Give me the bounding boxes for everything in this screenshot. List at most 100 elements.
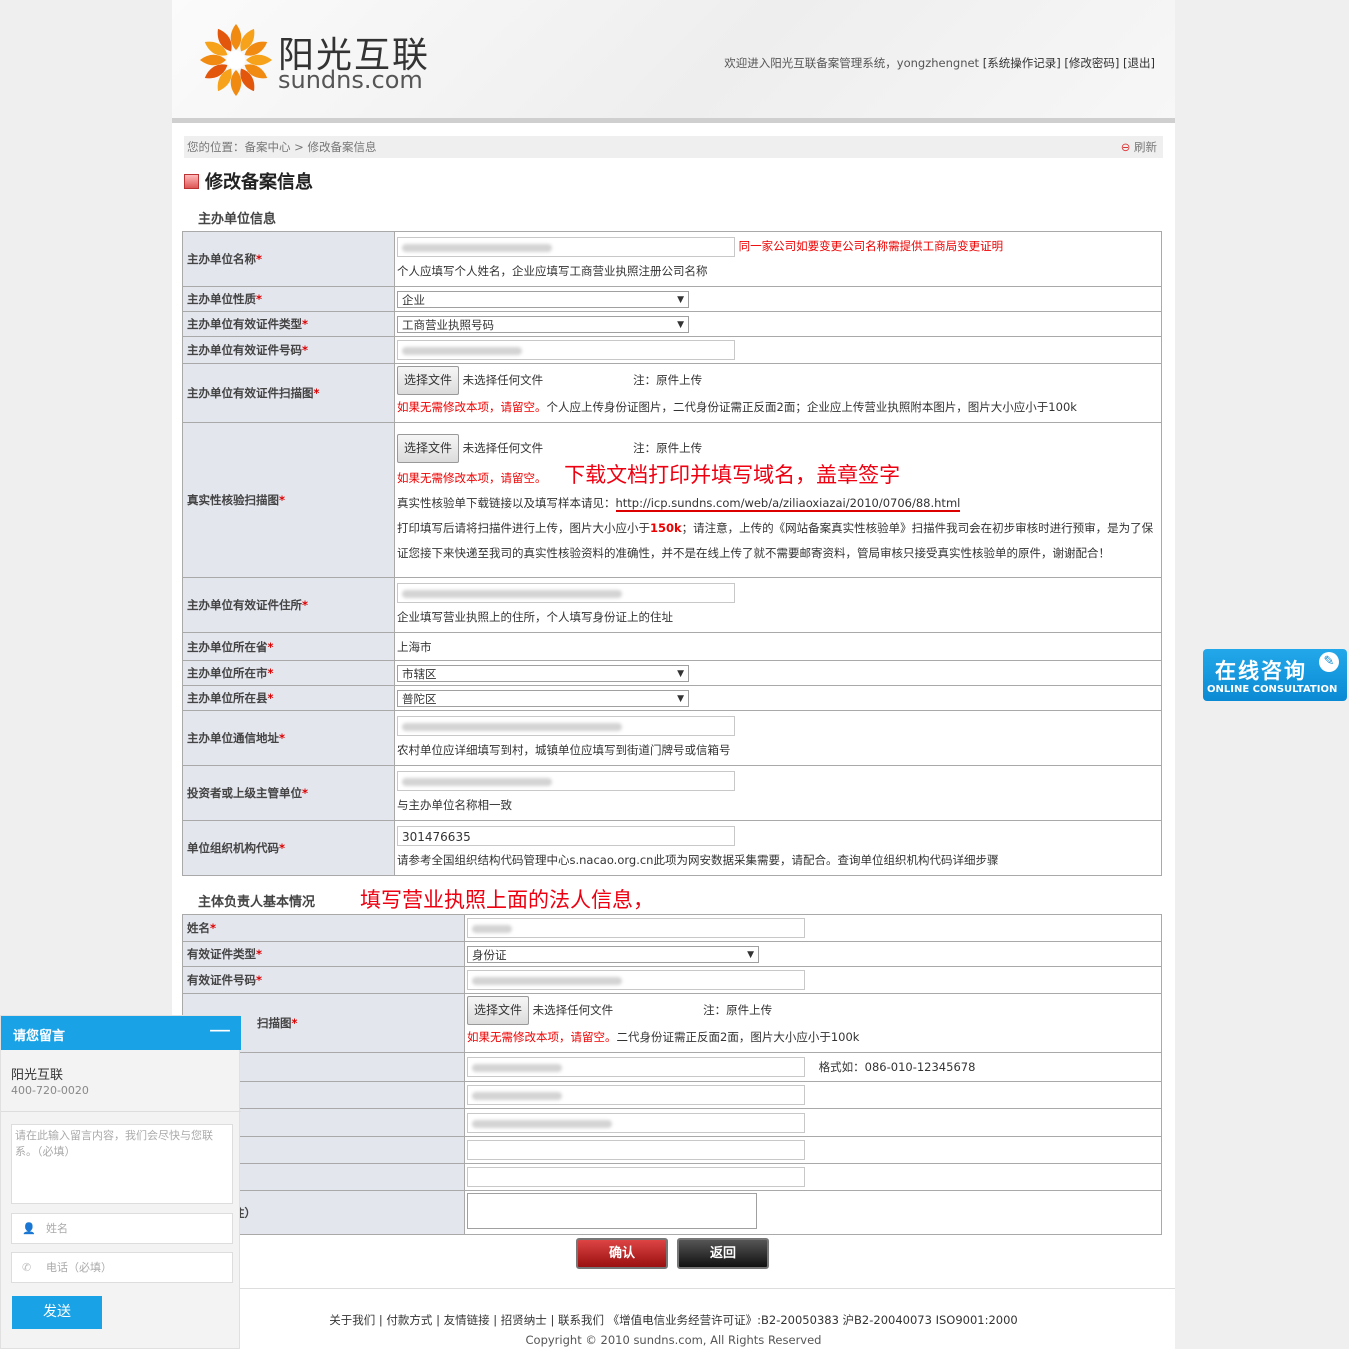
required-mark: *	[256, 947, 263, 961]
extra-input-1[interactable]	[467, 1140, 805, 1160]
cell-p-extra2	[464, 1163, 1162, 1191]
label-cert-type: 主办单位有效证件类型*	[182, 311, 395, 337]
send-button[interactable]: 发送	[12, 1296, 102, 1329]
footer-copyright: Copyright © 2010 sundns.com, All Rights …	[525, 1333, 822, 1347]
cert-addr-input[interactable]	[397, 582, 735, 603]
message-widget-header[interactable]: 请您留言 —	[1, 1016, 241, 1050]
person-cert-type-select[interactable]: 身份证 ▼	[467, 945, 759, 963]
cert-scan-hint: 个人应上传身份证图片，二代身份证需正反面2面；企业应上传营业执照附本图片，图片大…	[546, 400, 1077, 414]
verify-link-prefix: 真实性核验单下载链接以及填写样本请见：	[397, 496, 616, 510]
label-investor: 投资者或上级主管单位*	[182, 765, 395, 821]
chat-bubble-icon: ✎	[1319, 652, 1339, 672]
label-verify-scan: 真实性核验扫描图*	[182, 422, 395, 578]
cell-org-code: 301476635 请参考全国组织结构代码管理中心s.nacao.org.cn此…	[394, 820, 1162, 876]
row-p-extra1	[182, 1136, 1162, 1164]
investor-input[interactable]	[397, 770, 735, 791]
email-input[interactable]	[467, 1112, 805, 1133]
refresh-label: 刷新	[1134, 140, 1157, 154]
org-info-table: 主办单位名称 * 同一家公司如要变更公司名称需提供工商局变更证明 个人应填写个人姓…	[182, 231, 1162, 876]
row-p-phone: 格式如：086-010-12345678	[182, 1052, 1162, 1082]
mobile-input[interactable]	[467, 1085, 805, 1105]
choose-file-button[interactable]: 选择文件	[397, 434, 460, 463]
select-value: 工商营业执照号码	[402, 317, 494, 332]
message-textarea[interactable]: 请在此输入留言内容，我们会尽快与您联系。（必填）	[11, 1124, 233, 1204]
phone-input[interactable]: ✆ 电话（必填）	[11, 1252, 233, 1283]
row-p-name: 姓名*	[182, 914, 1162, 942]
leave-empty-hint: 如果无需修改本项，请留空。	[467, 1030, 617, 1044]
org-name-hint: 个人应填写个人姓名，企业应填写工商营业执照注册公司名称	[397, 264, 708, 278]
refresh-icon: ⊖	[1120, 140, 1131, 154]
row-cert-scan: 主办单位有效证件扫描图* 选择文件 未选择任何文件 注：原件上传 如果无需修改本项…	[182, 363, 1162, 423]
row-province: 主办单位所在省* 上海市	[182, 632, 1162, 661]
dropdown-arrow-icon: ▼	[677, 693, 684, 704]
choose-file-button[interactable]: 选择文件	[397, 366, 460, 395]
label-text: 真实性核验扫描图	[187, 493, 279, 507]
row-p-email	[182, 1108, 1162, 1137]
required-mark: *	[302, 317, 309, 331]
person-name-input[interactable]	[467, 918, 805, 938]
org-name-input[interactable]	[397, 236, 735, 257]
province-value: 上海市	[394, 632, 1162, 661]
city-select[interactable]: 市辖区 ▼	[397, 664, 689, 682]
back-button[interactable]: 返回	[677, 1238, 769, 1269]
remark-textarea[interactable]	[467, 1193, 757, 1229]
cell-org-name: 同一家公司如要变更公司名称需提供工商局变更证明 个人应填写个人姓名，企业应填写工…	[394, 231, 1162, 287]
label-text: 主办单位有效证件住所	[187, 598, 302, 612]
top-links: 欢迎进入阳光互联备案管理系统，yongzhengnet [系统操作记录] [修改…	[724, 55, 1155, 71]
county-select[interactable]: 普陀区 ▼	[397, 689, 689, 707]
label-cert-scan: 主办单位有效证件扫描图*	[182, 363, 395, 423]
refresh-button[interactable]: ⊖ 刷新	[1121, 136, 1157, 158]
p-scan-hint: 二代身份证需正反面2面，图片大小应小于100k	[616, 1030, 860, 1044]
minimize-icon[interactable]: —	[209, 1018, 231, 1043]
consult-cn: 在线咨询	[1215, 659, 1307, 683]
title-square-icon	[184, 174, 199, 189]
message-widget-title: 请您留言	[13, 1029, 66, 1044]
name-input[interactable]: 👤 姓名	[11, 1213, 233, 1244]
label-text: 主办单位名称	[187, 252, 256, 266]
footer-divider	[172, 1288, 1175, 1289]
section-title-org: 主办单位信息	[198, 212, 277, 227]
mail-addr-input[interactable]	[397, 715, 735, 736]
operation-log-link[interactable]: [系统操作记录]	[983, 56, 1061, 70]
verify-download-link[interactable]: http://icp.sundns.com/web/a/ziliaoxiazai…	[615, 496, 961, 512]
dropdown-arrow-icon: ▼	[677, 668, 684, 679]
confirm-button[interactable]: 确认	[576, 1238, 668, 1269]
row-p-mobile	[182, 1081, 1162, 1109]
required-mark: *	[256, 292, 263, 306]
phone-icon: ✆	[22, 1261, 32, 1274]
logout-link[interactable]: [退出]	[1123, 56, 1155, 70]
page-title: 修改备案信息	[184, 168, 313, 194]
cert-type-select[interactable]: 工商营业执照号码 ▼	[397, 315, 689, 333]
label-text: 主办单位有效证件类型	[187, 317, 302, 331]
change-password-link[interactable]: [修改密码]	[1064, 56, 1119, 70]
dropdown-arrow-icon: ▼	[677, 294, 684, 305]
choose-file-button[interactable]: 选择文件	[467, 996, 530, 1025]
select-value: 身份证	[472, 947, 507, 962]
row-mail-addr: 主办单位通信地址* 农村单位应详细填写到村，城镇单位应填写到街道门牌号或信箱号	[182, 710, 1162, 766]
no-file-text: 未选择任何文件	[462, 373, 544, 387]
extra-input-2[interactable]	[467, 1167, 805, 1187]
label-text: 主办单位所在省	[187, 639, 268, 654]
online-consultation-button[interactable]: 在线咨询 ✎ ONLINE CONSULTATION	[1203, 649, 1347, 701]
logo[interactable]: 阳光互联 sundns.com	[198, 22, 458, 102]
required-mark: *	[279, 731, 286, 745]
cell-cert-scan: 选择文件 未选择任何文件 注：原件上传 如果无需修改本项，请留空。个人应上传身份证…	[394, 363, 1162, 423]
user-icon: 👤	[22, 1222, 36, 1235]
row-county: 主办单位所在县* 普陀区 ▼	[182, 685, 1162, 711]
cell-p-cert-no	[464, 966, 1162, 994]
label-mail-addr: 主办单位通信地址*	[182, 710, 395, 766]
person-cert-no-input[interactable]	[467, 970, 805, 990]
select-value: 企业	[402, 292, 425, 307]
office-phone-input[interactable]	[467, 1057, 805, 1077]
org-nature-select[interactable]: 企业 ▼	[397, 290, 689, 308]
header: 阳光互联 sundns.com 欢迎进入阳光互联备案管理系统，yongzheng…	[172, 0, 1175, 123]
row-p-extra2	[182, 1163, 1162, 1191]
cell-p-extra1	[464, 1136, 1162, 1164]
verify-desc: 打印填写后请将扫描件进行上传，图片大小应小于150k；请注意，上传的《网站备案真…	[397, 516, 1159, 566]
footer-links[interactable]: 关于我们 | 付款方式 | 友情链接 | 招贤纳士 | 联系我们 《增值电信业务…	[172, 1312, 1175, 1328]
cert-no-input[interactable]	[397, 340, 735, 360]
select-value: 市辖区	[402, 666, 437, 681]
org-code-input[interactable]: 301476635	[397, 825, 735, 846]
org-code-hint: 请参考全国组织结构代码管理中心s.nacao.org.cn此项为网安数据采集需要…	[397, 853, 999, 867]
label-text: 主办单位有效证件扫描图	[187, 386, 314, 400]
